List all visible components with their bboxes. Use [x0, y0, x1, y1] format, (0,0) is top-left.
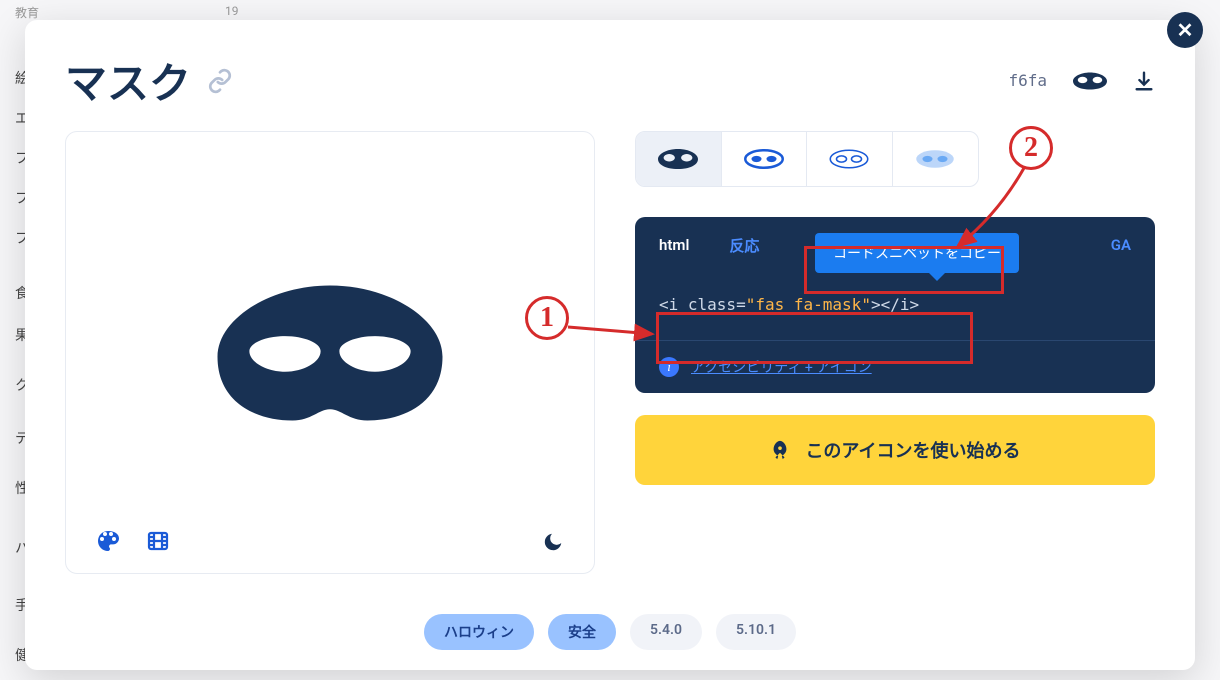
- style-variants: [635, 131, 979, 187]
- snippet-close: </i>: [881, 295, 920, 314]
- annotation-marker-2: 2: [1009, 126, 1053, 170]
- icon-preview: [65, 131, 595, 574]
- code-snippet[interactable]: <i class="fas fa-mask"></i>: [635, 273, 1155, 340]
- annotation-marker-1-label: 1: [540, 302, 554, 334]
- icon-detail-modal: ✕ マスク f6fa: [25, 20, 1195, 670]
- snippet-close-open: >: [871, 295, 881, 314]
- bg-left-word: フ: [15, 148, 21, 168]
- unicode-value[interactable]: f6fa: [1008, 71, 1047, 90]
- footer-tags: ハロウィン 安全 5.4.0 5.10.1: [65, 614, 1155, 650]
- permalink-icon[interactable]: [207, 68, 233, 94]
- bg-left-word: エ: [15, 108, 21, 128]
- bg-left-word: フ: [15, 228, 21, 248]
- close-icon: ✕: [1177, 18, 1194, 42]
- tag-version-1[interactable]: 5.4.0: [630, 614, 702, 650]
- snippet-open: <i: [659, 295, 678, 314]
- modal-body: html 反応 GA コードスニペットをコピー <i class="fas fa…: [65, 131, 1155, 574]
- moon-icon[interactable]: [542, 531, 564, 553]
- left-column: [65, 131, 595, 574]
- palette-icon[interactable]: [96, 529, 120, 553]
- tag-halloween[interactable]: ハロウィン: [424, 614, 534, 650]
- snippet-q2: ": [861, 295, 871, 314]
- variant-regular[interactable]: [722, 132, 808, 186]
- a11y-link[interactable]: アクセシビリティ + アイコン: [691, 357, 872, 377]
- bg-left-word: 食: [15, 283, 21, 303]
- title-wrap: マスク: [65, 50, 233, 111]
- bg-left-word: ハ: [15, 538, 21, 558]
- bg-left-word: 健: [15, 645, 21, 665]
- right-column: html 反応 GA コードスニペットをコピー <i class="fas fa…: [635, 131, 1155, 574]
- bg-top-left-num: 19: [225, 4, 239, 18]
- bg-left-word: 果: [15, 325, 21, 345]
- bg-left-word: テ: [15, 428, 21, 448]
- close-button[interactable]: ✕: [1167, 12, 1203, 48]
- annotation-marker-2-label: 2: [1024, 132, 1038, 164]
- snippet-val: fas fa-mask: [755, 295, 861, 314]
- info-icon: i: [659, 357, 679, 377]
- mask-icon-large: [210, 278, 450, 428]
- tag-version-2[interactable]: 5.10.1: [716, 614, 796, 650]
- rocket-icon: [769, 439, 791, 461]
- a11y-row: i アクセシビリティ + アイコン: [635, 340, 1155, 393]
- bg-left-word: フ: [15, 188, 21, 208]
- preview-toolbar: [96, 529, 170, 553]
- copy-tooltip-label: コードスニペットをコピー: [833, 246, 1001, 262]
- tab-svga[interactable]: GA: [1111, 236, 1131, 254]
- copy-tooltip: コードスニペットをコピー: [815, 233, 1019, 273]
- page-title: マスク: [65, 50, 191, 111]
- tab-react[interactable]: 反応: [729, 235, 759, 256]
- start-using-button[interactable]: このアイコンを使い始める: [635, 415, 1155, 485]
- header-right: f6fa: [1008, 70, 1155, 92]
- annotation-marker-1: 1: [525, 296, 569, 340]
- bg-left-word: ク: [15, 375, 21, 395]
- bg-left-word: 絵: [15, 68, 21, 88]
- variant-light[interactable]: [807, 132, 893, 186]
- snippet-attr: class=: [678, 295, 745, 314]
- tag-safety[interactable]: 安全: [548, 614, 616, 650]
- tab-html[interactable]: html: [659, 236, 689, 254]
- modal-header: マスク f6fa: [65, 50, 1155, 111]
- snippet-q1: ": [746, 295, 756, 314]
- download-icon[interactable]: [1133, 70, 1155, 92]
- code-snippet-box: html 反応 GA コードスニペットをコピー <i class="fas fa…: [635, 217, 1155, 393]
- variant-duotone[interactable]: [893, 132, 979, 186]
- cta-label: このアイコンを使い始める: [805, 437, 1020, 463]
- bg-left-word: 性: [15, 478, 21, 498]
- variant-solid[interactable]: [636, 132, 722, 186]
- bg-left-word: 手: [15, 595, 21, 615]
- mask-icon[interactable]: [1073, 70, 1107, 92]
- bg-top-left: 教育: [15, 4, 39, 21]
- film-icon[interactable]: [146, 529, 170, 553]
